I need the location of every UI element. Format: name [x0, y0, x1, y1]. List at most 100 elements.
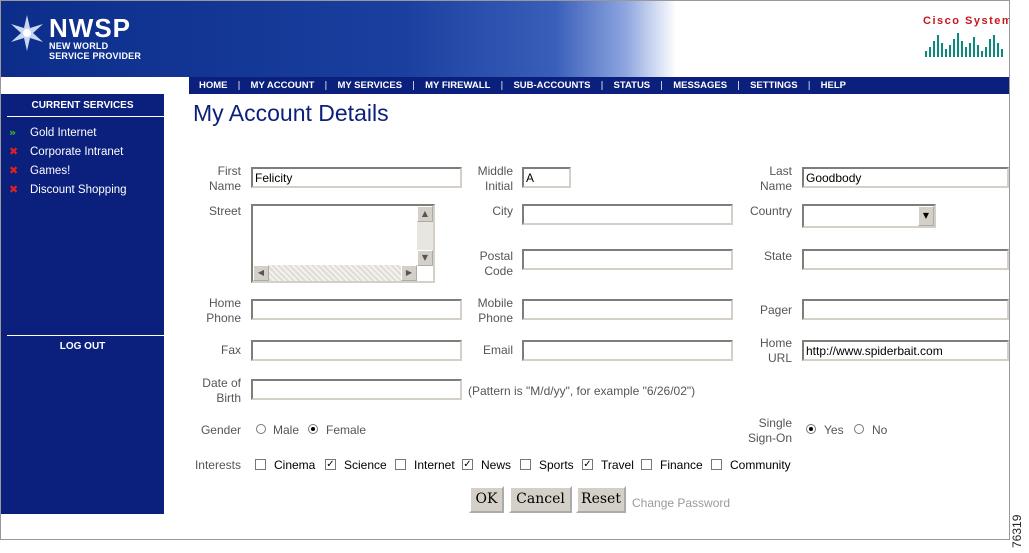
horizontal-scrollbar[interactable]: ◀ ▶: [253, 265, 417, 281]
cancel-button[interactable]: Cancel: [509, 486, 572, 513]
sidebar: CURRENT SERVICES » Gold Internet ✖ Corpo…: [1, 94, 164, 514]
state-field[interactable]: [802, 249, 1009, 270]
x-icon: ✖: [9, 164, 19, 177]
gender-male-label: Male: [273, 423, 300, 437]
x-icon: ✖: [9, 145, 19, 158]
interest-finance-checkbox[interactable]: [641, 459, 652, 470]
sso-label: Single Sign-On: [747, 416, 792, 445]
top-nav-bar: HOME | MY ACCOUNT | MY SERVICES | MY FIR…: [189, 77, 1009, 94]
logo-subtitle-2: SERVICE PROVIDER: [49, 51, 142, 61]
interest-news-checkbox[interactable]: ✓: [462, 459, 473, 470]
interest-label: Community: [730, 458, 791, 472]
cisco-bars-icon: [925, 33, 1009, 57]
nav-my-services[interactable]: MY SERVICES: [327, 80, 412, 91]
dob-field[interactable]: [251, 379, 462, 400]
fax-label: Fax: [220, 343, 241, 357]
postal-code-field[interactable]: [522, 249, 733, 270]
sidebar-divider: [7, 116, 164, 117]
fax-field[interactable]: [251, 340, 462, 361]
sidebar-item-label: Discount Shopping: [30, 183, 127, 196]
header-banner: NWSP NEW WORLD SERVICE PROVIDER Cisco Sy…: [1, 1, 1009, 77]
sidebar-item-discount-shopping[interactable]: ✖ Discount Shopping: [1, 180, 164, 199]
cisco-logo: Cisco Systems: [923, 15, 1009, 61]
country-label: Country: [749, 204, 792, 218]
nav-sub-accounts[interactable]: SUB-ACCOUNTS: [503, 80, 600, 91]
nav-status[interactable]: STATUS: [604, 80, 661, 91]
home-phone-field[interactable]: [251, 299, 462, 320]
city-field[interactable]: [522, 204, 733, 225]
nav-help[interactable]: HELP: [811, 80, 856, 91]
sidebar-item-games[interactable]: ✖ Games!: [1, 161, 164, 180]
scroll-up-icon[interactable]: ▲: [417, 206, 433, 222]
sso-no-radio[interactable]: [854, 424, 864, 434]
nav-my-firewall[interactable]: MY FIREWALL: [415, 80, 500, 91]
interest-internet-checkbox[interactable]: [395, 459, 406, 470]
interest-cinema-checkbox[interactable]: [255, 459, 266, 470]
sso-no-label: No: [872, 423, 888, 437]
home-url-field[interactable]: http://www.spiderbait.com: [802, 340, 1009, 361]
street-textarea[interactable]: ▲ ▼ ◀ ▶: [251, 204, 435, 283]
last-name-label: Last Name: [759, 164, 792, 193]
interest-label: Internet: [414, 458, 455, 472]
double-arrow-icon: »: [9, 126, 16, 139]
country-select[interactable]: ▼: [802, 204, 936, 228]
page-title: My Account Details: [193, 100, 389, 126]
interest-science-checkbox[interactable]: ✓: [325, 459, 336, 470]
chevron-down-icon[interactable]: ▼: [918, 206, 934, 226]
scroll-right-icon[interactable]: ▶: [401, 265, 417, 281]
home-phone-label: Home Phone: [206, 296, 241, 325]
email-label: Email: [482, 343, 513, 357]
figure-id: 76319: [1010, 514, 1024, 548]
logo-wordmark: NWSP: [49, 13, 131, 43]
pager-label: Pager: [759, 303, 792, 317]
sidebar-item-gold-internet[interactable]: » Gold Internet: [1, 123, 164, 142]
browser-page: NWSP NEW WORLD SERVICE PROVIDER Cisco Sy…: [0, 0, 1010, 540]
first-name-label: First Name: [208, 164, 241, 193]
sidebar-item-label: Gold Internet: [30, 126, 97, 139]
last-name-field[interactable]: Goodbody: [802, 167, 1009, 188]
dob-label: Date of Birth: [202, 376, 241, 405]
sidebar-divider: [7, 335, 164, 336]
pager-field[interactable]: [802, 299, 1009, 320]
interest-travel-checkbox[interactable]: ✓: [582, 459, 593, 470]
interest-community-checkbox[interactable]: [711, 459, 722, 470]
gender-label: Gender: [200, 423, 241, 437]
ok-button[interactable]: OK: [469, 486, 504, 513]
reset-button[interactable]: Reset: [576, 486, 626, 513]
nav-settings[interactable]: SETTINGS: [740, 80, 808, 91]
street-label: Street: [208, 204, 241, 218]
nwsp-logo: NWSP NEW WORLD SERVICE PROVIDER: [9, 15, 141, 61]
interest-label: Travel: [601, 458, 634, 472]
nav-messages[interactable]: MESSAGES: [663, 80, 737, 91]
mobile-phone-field[interactable]: [522, 299, 733, 320]
state-label: State: [763, 249, 792, 263]
logout-link[interactable]: LOG OUT: [1, 341, 164, 352]
nav-home[interactable]: HOME: [189, 80, 238, 91]
sidebar-item-label: Corporate Intranet: [30, 145, 124, 158]
interest-label: Cinema: [274, 458, 316, 472]
change-password-link[interactable]: Change Password: [632, 496, 730, 510]
dob-pattern-hint: (Pattern is "M/d/yy", for example "6/26/…: [468, 384, 696, 398]
scroll-down-icon[interactable]: ▼: [417, 250, 433, 266]
sidebar-item-corporate-intranet[interactable]: ✖ Corporate Intranet: [1, 142, 164, 161]
gender-male-radio[interactable]: [256, 424, 266, 434]
interest-sports-checkbox[interactable]: [520, 459, 531, 470]
gender-female-label: Female: [326, 423, 367, 437]
email-field[interactable]: [522, 340, 733, 361]
sso-yes-radio[interactable]: [806, 424, 816, 434]
city-label: City: [492, 204, 513, 218]
interest-label: Science: [344, 458, 387, 472]
first-name-field[interactable]: Felicity: [251, 167, 462, 188]
x-icon: ✖: [9, 183, 19, 196]
interest-label: News: [481, 458, 512, 472]
middle-initial-field[interactable]: A: [522, 167, 571, 188]
mobile-phone-label: Mobile Phone: [477, 296, 513, 325]
home-url-label: Home URL: [759, 336, 792, 365]
sso-yes-label: Yes: [824, 423, 844, 437]
nav-my-account[interactable]: MY ACCOUNT: [241, 80, 325, 91]
vertical-scrollbar[interactable]: ▲ ▼: [417, 206, 433, 266]
scroll-left-icon[interactable]: ◀: [253, 265, 269, 281]
gender-female-radio[interactable]: [308, 424, 318, 434]
star-logo-icon: [11, 15, 43, 51]
interest-label: Sports: [539, 458, 574, 472]
